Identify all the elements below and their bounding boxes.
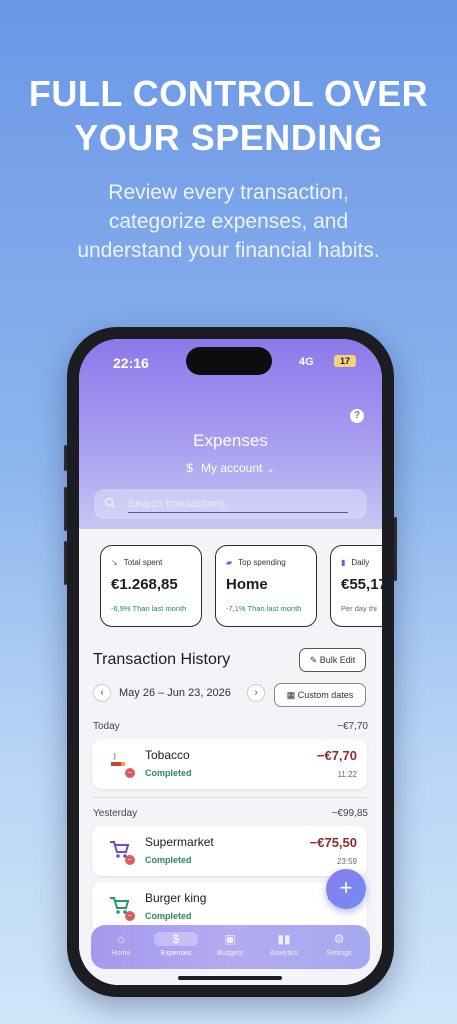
page-title: Expenses [193,431,268,450]
subheadline-line-3: understand your financial habits. [77,239,380,262]
custom-dates-button[interactable]: ▦ Custom dates [274,683,366,707]
transaction-name: Tobacco [145,748,190,762]
custom-dates-label: Custom dates [297,690,354,700]
headline: FULL CONTROL OVER YOUR SPENDING [0,72,457,160]
dynamic-island [186,347,272,375]
tab-label: Budgets [217,950,243,957]
stat-card-daily[interactable]: ▮ Daily €55,17 Per day thi [330,545,382,627]
tag-icon: ▰ [226,558,233,567]
transaction-time: 11:22 [337,770,357,779]
stat-label-text: Top spending [238,558,286,567]
home-icon: ⌂ [117,932,125,946]
day-label: Yesterday [93,808,138,819]
prev-range-button[interactable]: ‹ [93,684,111,702]
bar-chart-icon: ▮ [341,558,346,567]
transaction-name: Supermarket [145,835,214,849]
tab-home[interactable]: ⌂ Home [95,929,147,965]
search-underline [128,512,348,513]
pencil-icon: ✎ [309,655,320,665]
content-sheet: ↘ Total spent €1.268,85 -6,9% Than last m… [79,529,382,985]
stat-value: €1.268,85 [111,576,178,593]
search-placeholder: Search transactions... [128,498,235,510]
home-indicator [178,976,282,980]
day-total: −€99,85 [331,808,368,819]
calendar-icon: ▦ [286,690,298,700]
phone-action-button [64,445,67,471]
gear-icon: ⚙ [333,932,345,946]
tab-label: Settings [326,950,352,957]
bottom-tab-bar: ⌂ Home $ Expenses ▣ Budgets ▮▮ Analytics… [91,925,370,969]
transaction-name: Burger king [145,891,207,905]
bar-chart-icon: ▮▮ [277,932,291,946]
date-range: May 26 – Jun 23, 2026 [119,687,231,699]
stat-label: ↘ Total spent [111,558,162,567]
divider [92,797,367,798]
subheadline-line-1: Review every transaction, [108,181,349,204]
wallet-icon: ▣ [224,932,236,946]
transaction-status: Completed [145,768,192,778]
headline-line-1: FULL CONTROL OVER [28,73,429,114]
transaction-amount: −€75,50 [309,835,357,850]
stat-label: ▰ Top spending [226,558,286,567]
stat-label-text: Total spent [123,558,163,567]
stat-value: €55,17 [341,576,382,593]
dollar-icon: $ [186,461,193,475]
status-bar: 22:16 4G 17 [79,347,382,375]
chevron-down-icon: ⌄ [266,464,275,475]
add-expense-button[interactable]: + [326,869,366,909]
stat-card-total-spent[interactable]: ↘ Total spent €1.268,85 -6,9% Than last m… [100,545,202,627]
transaction-status: Completed [145,911,192,921]
headline-line-2: YOUR SPENDING [74,117,383,158]
phone-frame: 22:16 4G 17 ? Expenses $ My account ⌄ Sear… [64,327,397,997]
search-input[interactable]: Search transactions... [94,489,367,519]
tab-label: Analytics [269,950,298,957]
stat-value: Home [226,576,268,593]
status-time: 22:16 [113,355,149,371]
section-title: Transaction History [93,651,231,668]
phone-volume-down-button [64,541,67,585]
help-icon[interactable]: ? [350,409,364,423]
subheadline-line-2: categorize expenses, and [108,210,349,233]
header-area: 22:16 4G 17 ? Expenses $ My account ⌄ Sear… [79,339,382,529]
remove-badge-icon: − [125,768,135,778]
bulk-edit-button[interactable]: ✎ Bulk Edit [299,648,366,672]
stat-label-text: Daily [351,558,370,567]
transaction-status: Completed [145,855,192,865]
search-icon [104,497,116,509]
tab-label: Expenses [160,950,192,957]
account-selector[interactable]: $ My account ⌄ [79,461,382,475]
stat-card-top-spending[interactable]: ▰ Top spending Home -7,1% Than last month [215,545,317,627]
stat-label: ▮ Daily [341,558,369,567]
phone-volume-up-button [64,487,67,531]
stat-note: Per day thi [341,604,377,613]
day-label: Today [93,721,120,732]
trend-down-icon: ↘ [111,558,118,567]
account-name: My account [200,461,263,475]
day-total: −€7,70 [337,721,368,732]
next-range-button[interactable]: › [247,684,265,702]
stat-note: -6,9% Than last month [111,604,187,613]
bulk-edit-label: Bulk Edit [319,655,356,665]
transaction-time: 23:59 [336,857,357,866]
transaction-row[interactable]: − Tobacco Completed −€7,70 11:22 [92,739,367,789]
subheadline: Review every transaction, categorize exp… [0,178,457,265]
stat-note: -7,1% Than last month [226,604,302,613]
dollar-icon: $ [154,932,198,946]
tab-budgets[interactable]: ▣ Budgets [204,929,256,965]
network-indicator: 4G [299,356,314,368]
tab-label: Home [111,950,131,957]
tab-analytics[interactable]: ▮▮ Analytics [258,929,310,965]
battery-icon: 17 [334,355,356,367]
remove-badge-icon: − [125,855,135,865]
remove-badge-icon: − [125,911,135,921]
app-screen: 22:16 4G 17 ? Expenses $ My account ⌄ Sear… [79,339,382,985]
transaction-amount: −€7,70 [316,748,357,763]
phone-power-button [394,517,397,581]
tab-expenses[interactable]: $ Expenses [150,929,202,965]
tab-settings[interactable]: ⚙ Settings [313,929,365,965]
transaction-row[interactable]: − Supermarket Completed −€75,50 23:59 [92,826,367,876]
